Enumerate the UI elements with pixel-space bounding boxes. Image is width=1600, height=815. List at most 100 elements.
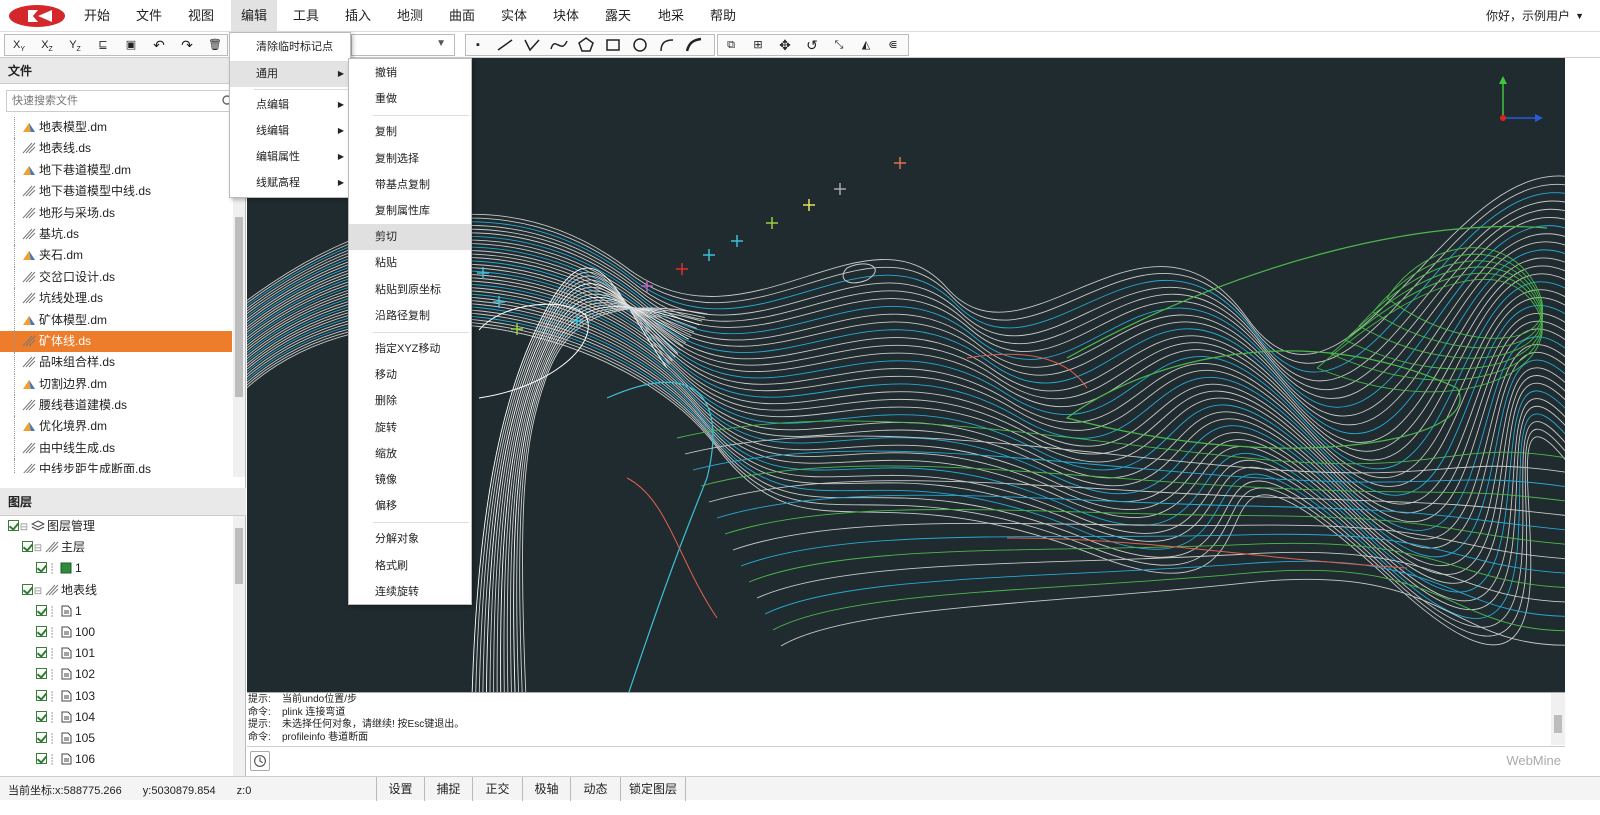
pentagon-icon[interactable] — [574, 35, 598, 55]
collapse-toggle-icon[interactable]: ⊟ — [19, 517, 29, 538]
submenu-item[interactable]: 复制 — [349, 119, 471, 145]
offset-icon[interactable]: ⋐ — [881, 35, 905, 55]
menu-item-block[interactable]: 块体 — [543, 0, 589, 32]
layer-row[interactable]: ┊ 103 — [0, 686, 232, 707]
polar-button[interactable]: 极轴 — [522, 777, 570, 801]
menu-item-insert[interactable]: 插入 — [335, 0, 381, 32]
sort-icon[interactable]: ⊑ — [91, 35, 115, 55]
layer-row[interactable]: ┊ 1 — [0, 558, 232, 579]
menu-item-edit[interactable]: 编辑 — [231, 0, 278, 32]
scale-icon[interactable]: ⤡ — [827, 35, 851, 55]
menu-item-help[interactable]: 帮助 — [700, 0, 746, 32]
file-item[interactable]: 坑线处理.ds — [0, 288, 232, 310]
curve-icon[interactable] — [547, 35, 571, 55]
layer-select[interactable]: ▼ — [351, 34, 455, 56]
file-item[interactable]: 地下巷道模型中线.ds — [0, 181, 232, 203]
submenu-item[interactable]: 移动 — [349, 362, 471, 388]
layer-checkbox[interactable] — [36, 562, 47, 574]
layer-row[interactable]: ⊟ 图层管理 — [0, 516, 232, 537]
x-align-icon[interactable]: XY — [7, 35, 31, 55]
select-box-icon[interactable]: ▣ — [119, 35, 143, 55]
file-item[interactable]: 矿体模型.dm — [0, 309, 232, 331]
submenu-item[interactable]: 剪切 — [349, 224, 471, 251]
layer-row[interactable]: ┊ 104 — [0, 707, 232, 728]
menu-item-view[interactable]: 视图 — [178, 0, 224, 32]
layer-row[interactable]: ┊ 102 — [0, 664, 232, 685]
menu-line-edit[interactable]: 线编辑 ▶ — [230, 118, 350, 144]
submenu-item[interactable]: 旋转 — [349, 415, 471, 441]
menu-item-openpit[interactable]: 露天 — [595, 0, 641, 32]
file-item[interactable]: 基坑.ds — [0, 223, 232, 246]
file-item[interactable]: 切割边界.dm — [0, 373, 232, 396]
file-item[interactable]: 夹石.dm — [0, 245, 232, 267]
menu-edit-attributes[interactable]: 编辑属性 ▶ — [230, 144, 350, 170]
menu-general[interactable]: 通用 ▶ — [230, 61, 350, 87]
settings-button[interactable]: 设置 — [376, 777, 424, 801]
submenu-item[interactable]: 沿路径复制 — [349, 303, 471, 329]
user-greeting[interactable]: 你好，示例用户 — [1486, 0, 1570, 32]
menu-item-surface[interactable]: 曲面 — [439, 0, 485, 32]
menu-item-survey[interactable]: 地测 — [387, 0, 433, 32]
layer-row[interactable]: ┊ 105 — [0, 728, 232, 749]
lock-layer-button[interactable]: 锁定图层 — [620, 777, 686, 801]
y-align-icon[interactable]: XZ — [35, 35, 59, 55]
ortho-button[interactable]: 正交 — [472, 777, 522, 801]
arc2-icon[interactable] — [682, 35, 706, 55]
copy-icon[interactable]: ⧉ — [719, 35, 743, 55]
submenu-item[interactable]: 格式刷 — [349, 553, 471, 579]
layer-row[interactable]: ┊ 106 — [0, 749, 232, 770]
submenu-item[interactable]: 偏移 — [349, 493, 471, 519]
file-item[interactable]: 品味组合样.ds — [0, 352, 232, 374]
layer-checkbox[interactable] — [36, 604, 47, 616]
collapse-toggle-icon[interactable]: ⊟ — [33, 581, 43, 602]
submenu-item[interactable]: 带基点复制 — [349, 172, 471, 198]
file-item[interactable]: 中线步距生成断面.ds — [0, 459, 232, 473]
command-log-scrollbar[interactable] — [1551, 693, 1565, 745]
menu-point-edit[interactable]: 点编辑 ▶ — [230, 92, 350, 118]
layer-checkbox[interactable] — [22, 541, 33, 553]
submenu-item[interactable]: 缩放 — [349, 441, 471, 467]
file-item[interactable]: 交岔口设计.ds — [0, 266, 232, 289]
layer-row[interactable]: ┊ 101 — [0, 643, 232, 664]
submenu-item[interactable]: 镜像 — [349, 467, 471, 493]
submenu-item[interactable]: 删除 — [349, 388, 471, 414]
undo-icon[interactable]: ↶ — [147, 35, 171, 55]
menu-item-tools[interactable]: 工具 — [283, 0, 329, 32]
file-item[interactable]: 地下巷道模型.dm — [0, 159, 232, 182]
menu-item-start[interactable]: 开始 — [74, 0, 120, 32]
submenu-item[interactable]: 复制属性库 — [349, 198, 471, 224]
dynamic-button[interactable]: 动态 — [570, 777, 620, 801]
arc-icon[interactable] — [655, 35, 679, 55]
layer-row[interactable]: ┊ 100 — [0, 622, 232, 643]
collapse-toggle-icon[interactable]: ⊟ — [33, 538, 43, 559]
layer-tree-scrollbar[interactable] — [233, 516, 245, 776]
menu-item-file[interactable]: 文件 — [126, 0, 172, 32]
file-search-input[interactable] — [7, 91, 207, 111]
polyline-icon[interactable] — [520, 35, 544, 55]
submenu-item[interactable]: 粘贴 — [349, 250, 471, 276]
point-icon[interactable]: ▪ — [466, 35, 490, 55]
file-search[interactable] — [6, 90, 240, 112]
layer-checkbox[interactable] — [36, 625, 47, 637]
submenu-item[interactable]: 指定XYZ移动 — [349, 336, 471, 362]
layer-checkbox[interactable] — [36, 689, 47, 701]
layer-checkbox[interactable] — [22, 583, 33, 595]
file-item[interactable]: 腰线巷道建模.ds — [0, 395, 232, 417]
submenu-item[interactable]: 分解对象 — [349, 526, 471, 552]
history-icon[interactable] — [250, 751, 270, 771]
redo-icon[interactable]: ↷ — [175, 35, 199, 55]
circle-icon[interactable] — [628, 35, 652, 55]
snap-button[interactable]: 捕捉 — [424, 777, 472, 801]
menu-item-underground[interactable]: 地采 — [648, 0, 694, 32]
layer-checkbox[interactable] — [8, 520, 19, 531]
line-icon[interactable] — [493, 35, 517, 55]
layer-checkbox[interactable] — [36, 668, 47, 680]
caret-down-icon[interactable]: ▼ — [1575, 0, 1584, 32]
submenu-item[interactable]: 连续旋转 — [349, 579, 471, 605]
layer-checkbox[interactable] — [36, 710, 47, 722]
file-item[interactable]: 由中线生成.ds — [0, 437, 232, 460]
rotate-icon[interactable]: ↺ — [800, 35, 824, 55]
layer-checkbox[interactable] — [36, 753, 47, 765]
submenu-item[interactable]: 粘贴到原坐标 — [349, 277, 471, 303]
submenu-item[interactable]: 复制选择 — [349, 146, 471, 172]
